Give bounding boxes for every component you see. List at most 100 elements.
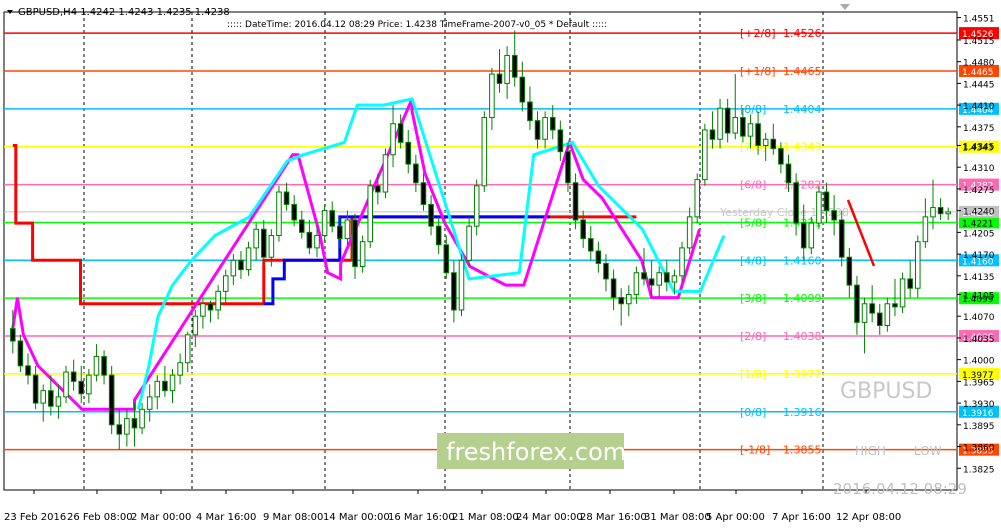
- y-tick-label: 1.4205: [963, 229, 995, 239]
- murrey-level-value: 1.4160: [783, 254, 822, 267]
- low-label: LOW: [914, 444, 942, 458]
- timestamp-watermark: 2016.04.12 08:29: [833, 480, 967, 498]
- candle-body: [397, 123, 404, 143]
- candle-body: [435, 225, 442, 246]
- candle-body: [717, 107, 723, 140]
- candle-body: [527, 101, 533, 122]
- x-tick-label: 24 Mar 00:00: [516, 512, 583, 523]
- chart-window: [+2/8] 1.4526 1.4526 [+1/8] 1.4465 1.4465 [8/8…: [0, 0, 1001, 528]
- murrey-level-value: 1.4038: [783, 330, 822, 343]
- candle-body: [169, 374, 176, 392]
- candle-body: [86, 374, 92, 395]
- murrey-level-name: [7/8]: [740, 141, 766, 154]
- murrey-level-value: 1.4343: [783, 141, 822, 154]
- candle-body: [314, 234, 320, 249]
- candle-body: [565, 151, 571, 184]
- candle-body: [603, 262, 609, 280]
- y-tick-label: 1.4410: [963, 102, 995, 112]
- murrey-level-value: 1.3977: [783, 368, 822, 381]
- candle-body: [291, 203, 297, 221]
- candle-body: [40, 390, 47, 404]
- y-tick-label: 1.4445: [963, 80, 995, 90]
- y-tick-label: 1.4515: [963, 37, 995, 47]
- candle-body: [146, 396, 153, 410]
- candle-body: [268, 234, 275, 258]
- x-tick-label: 16 Mar 16:00: [388, 512, 455, 523]
- y-tick-label: 1.4000: [963, 357, 995, 367]
- candle-body: [481, 117, 488, 187]
- candle-body: [831, 210, 837, 221]
- y-tick-label: 1.4345: [963, 142, 995, 152]
- candle-body: [930, 207, 936, 218]
- murrey-level-name: [6/8]: [740, 179, 766, 192]
- candle-body: [207, 303, 214, 311]
- candle-body: [922, 216, 929, 243]
- candle-body: [496, 73, 503, 84]
- murrey-level-value: 1.4099: [783, 292, 822, 305]
- y-tick-label: 1.4310: [963, 164, 995, 174]
- candle-body: [800, 222, 807, 249]
- candle-body: [260, 228, 267, 258]
- candle-body: [200, 303, 206, 317]
- candle-body: [580, 219, 586, 240]
- price-tag-label: 1.3916: [962, 409, 994, 419]
- x-tick-label: 12 Apr 08:00: [836, 512, 901, 523]
- candle-body: [329, 210, 335, 227]
- candle-body: [869, 303, 875, 314]
- candle-body: [778, 148, 784, 165]
- x-tick-label: 4 Mar 16:00: [196, 512, 256, 523]
- x-tick-label: 26 Feb 08:00: [67, 512, 133, 523]
- murrey-level-name: [8/8]: [740, 103, 766, 116]
- price-chart[interactable]: [+2/8] 1.4526 1.4526[+1/8] 1.4465 1.4465[8/8…: [0, 0, 1001, 528]
- candle-body: [299, 219, 305, 233]
- candle-body: [610, 278, 617, 299]
- symbol-watermark: GBPUSD: [840, 379, 932, 404]
- candle-body: [892, 303, 898, 308]
- candle-body: [694, 179, 701, 218]
- candle-body: [747, 123, 754, 137]
- candle-body: [321, 210, 328, 236]
- candle-body: [238, 259, 244, 271]
- candle-body: [222, 275, 229, 292]
- candle-body: [618, 297, 624, 305]
- murrey-level-name: [2/8]: [740, 330, 766, 343]
- candle-body: [116, 424, 123, 435]
- candle-body: [686, 216, 693, 249]
- candle-body: [816, 191, 822, 224]
- candle-body: [534, 120, 541, 140]
- candle-body: [755, 123, 761, 146]
- candle-body: [633, 272, 640, 295]
- candle-body: [945, 211, 951, 215]
- candle-body: [63, 371, 69, 398]
- x-tick-label: 9 Mar 08:00: [263, 512, 323, 523]
- candle-body: [876, 312, 883, 326]
- price-tag-label: 1.4221: [962, 219, 994, 229]
- candle-body: [511, 54, 518, 78]
- y-tick-label: 1.4105: [963, 291, 995, 301]
- candle-body: [215, 290, 221, 311]
- murrey-level-name: [1/8]: [740, 368, 766, 381]
- candle-body: [808, 222, 815, 249]
- candle-body: [740, 117, 746, 137]
- x-tick-label: 2 Mar 00:00: [131, 512, 191, 523]
- candle-body: [846, 256, 853, 286]
- candle-body: [458, 259, 465, 311]
- y-tick-label: 1.4240: [963, 208, 995, 218]
- candle-body: [70, 371, 77, 382]
- x-tick-label: 5 Apr 00:00: [706, 512, 765, 523]
- candle-body: [656, 272, 662, 286]
- y-tick-label: 1.4135: [963, 273, 995, 283]
- y-tick-label: 1.4375: [963, 124, 995, 134]
- candle-body: [702, 129, 708, 181]
- candle-body: [785, 163, 792, 184]
- candle-body: [626, 293, 632, 305]
- y-tick-label: 1.3825: [963, 465, 995, 475]
- candle-body: [352, 219, 358, 268]
- candle-body: [108, 374, 115, 426]
- candle-body: [32, 374, 39, 404]
- candle-body: [177, 362, 183, 376]
- candle-body: [587, 238, 594, 252]
- candle-body: [101, 356, 107, 376]
- candle-body: [382, 154, 389, 193]
- scroll-indicator-icon[interactable]: [840, 4, 850, 10]
